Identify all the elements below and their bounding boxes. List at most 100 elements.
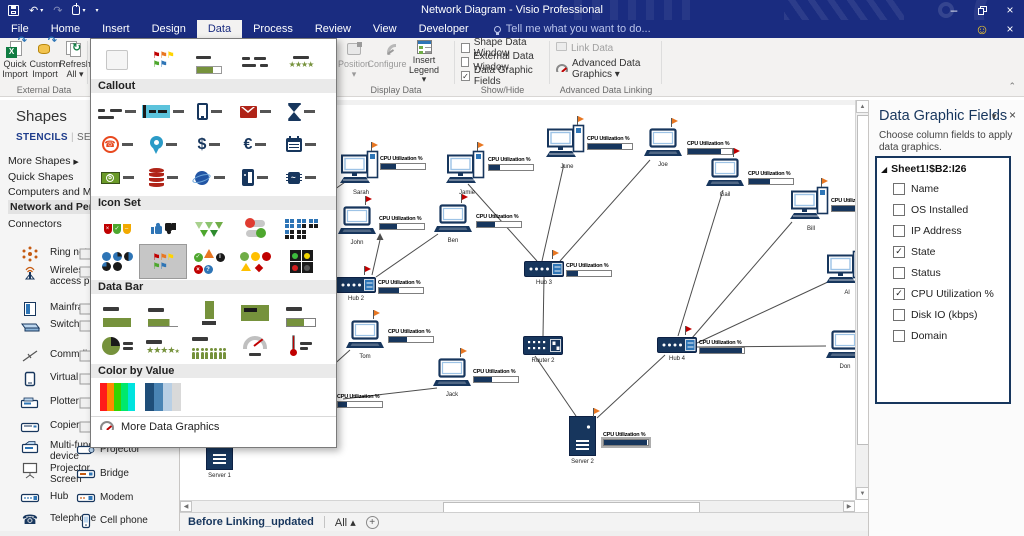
ribbon-tab-developer[interactable]: Developer	[408, 20, 480, 38]
thumbs-icon-set-icon[interactable]	[140, 212, 186, 245]
field-name[interactable]: Name	[877, 178, 1009, 199]
field-status[interactable]: Status	[877, 262, 1009, 283]
minimize-icon[interactable]: –	[940, 0, 968, 20]
money-callout-icon[interactable]: $	[94, 161, 140, 194]
field-cpu-utilization--[interactable]: ✓CPU Utilization %	[877, 283, 1009, 304]
bridge-shape-icon[interactable]	[76, 465, 96, 483]
star-rating-preview-icon[interactable]: ★★★★	[278, 42, 324, 77]
telephone-shape-icon[interactable]: ☎	[20, 511, 40, 529]
network-node-hub-2[interactable]	[336, 277, 376, 298]
text-callout-icon[interactable]	[94, 95, 140, 128]
highlighted-callout-icon[interactable]	[140, 95, 186, 128]
network-node-sarah[interactable]	[340, 150, 382, 192]
wireless-access-point-shape-icon[interactable]	[20, 263, 40, 281]
flag-icon-set-icon[interactable]: ⚑⚑⚑⚑⚑	[140, 245, 186, 278]
horizontal-scrollbar[interactable]: ◀ ▶	[180, 500, 855, 512]
ribbon-tab-insert[interactable]: Insert	[91, 20, 141, 38]
grid-icon-set-icon[interactable]	[278, 212, 324, 245]
close-document-icon[interactable]: ×	[996, 20, 1024, 38]
ribbon-tab-process[interactable]: Process	[242, 20, 304, 38]
globe-callout-icon[interactable]	[186, 161, 232, 194]
modem-shape-icon[interactable]	[76, 489, 96, 507]
data-range-row[interactable]: ◢ Sheet1!$B2:I26	[877, 158, 1009, 178]
network-node-jack[interactable]	[433, 358, 471, 394]
filled-data-bar-icon[interactable]	[232, 296, 278, 329]
ribbon-tab-review[interactable]: Review	[304, 20, 362, 38]
network-node-june[interactable]	[546, 124, 588, 166]
euro-callout-icon[interactable]: €	[232, 128, 278, 161]
field-checkbox-icon[interactable]	[893, 204, 905, 216]
checkbox-icon[interactable]	[461, 57, 469, 67]
vertical-scrollbar[interactable]: ▲ ▼	[855, 100, 868, 500]
copier-shape-icon[interactable]	[20, 418, 40, 436]
panel-menu-icon[interactable]: ▼	[990, 112, 998, 121]
network-node-hub-4[interactable]	[657, 337, 697, 358]
network-node-tom[interactable]	[346, 320, 384, 356]
page-tab[interactable]: Before Linking_updated	[188, 516, 314, 528]
shape-icon-set-icon[interactable]	[232, 245, 278, 278]
hourglass-callout-icon[interactable]	[278, 95, 324, 128]
cell-phone-shape-icon[interactable]	[76, 512, 96, 530]
panel-close-icon[interactable]: ×	[1009, 108, 1016, 122]
speedometer-data-bar-icon[interactable]	[232, 329, 278, 362]
tab-stencils[interactable]: STENCILS	[16, 132, 68, 143]
virtual-server-shape-icon[interactable]	[20, 370, 40, 388]
field-checkbox-icon[interactable]	[893, 183, 905, 195]
network-node-al[interactable]	[826, 250, 855, 292]
scroll-left-icon[interactable]: ◀	[180, 501, 192, 512]
ribbon-tab-design[interactable]: Design	[141, 20, 197, 38]
text-callout-preview-icon[interactable]	[232, 42, 278, 77]
quick-import-button[interactable]: X ↷ Quick Import	[0, 40, 30, 84]
expand-triangle-icon[interactable]: ◢	[881, 165, 887, 174]
network-node-joe[interactable]	[644, 128, 682, 164]
network-node-gail[interactable]	[706, 158, 744, 194]
vertical-scroll-thumb[interactable]	[857, 115, 869, 445]
plotter-shape-icon[interactable]	[20, 394, 40, 412]
signal-strength-icon-set-icon[interactable]	[186, 212, 232, 245]
calendar-callout-icon[interactable]	[278, 128, 324, 161]
no-data-graphic-icon[interactable]	[94, 42, 140, 77]
collapse-ribbon-icon[interactable]: ⌃	[1008, 81, 1016, 92]
data-bar-preview-icon[interactable]	[186, 42, 232, 77]
field-domain[interactable]: Domain	[877, 325, 1009, 346]
shield-icon-set-icon[interactable]: ×✓–	[94, 212, 140, 245]
location-pin-callout-icon[interactable]	[140, 128, 186, 161]
field-ip-address[interactable]: IP Address	[877, 220, 1009, 241]
field-state[interactable]: ✓State	[877, 241, 1009, 262]
pie-chart-data-bar-icon[interactable]	[94, 329, 140, 362]
thermometer-data-bar-icon[interactable]	[278, 329, 324, 362]
hub-shape-icon[interactable]	[20, 489, 40, 507]
door-callout-icon[interactable]	[232, 161, 278, 194]
advanced-data-graphics-button[interactable]: Advanced Data Graphics ▾	[556, 58, 662, 80]
telephone-callout-icon[interactable]: ☎	[94, 128, 140, 161]
stoplight-icon-set-icon[interactable]	[278, 245, 324, 278]
field-checkbox-icon[interactable]: ✓	[893, 246, 905, 258]
refresh-all-button[interactable]: ↻ Refresh All ▾	[60, 40, 90, 84]
horizontal-scroll-thumb[interactable]	[443, 502, 700, 513]
network-node-hub-3[interactable]	[524, 261, 564, 282]
link-data-button[interactable]: Link Data	[556, 42, 613, 54]
position-button[interactable]: Position▾	[339, 40, 369, 84]
checkbox-data-graphic-fields[interactable]: ✓Data Graphic Fields	[461, 69, 550, 83]
data-bar-style-1-icon[interactable]	[94, 296, 140, 329]
mobile-phone-callout-icon[interactable]	[186, 95, 232, 128]
ring-network-shape-icon[interactable]	[20, 245, 40, 263]
dollar-callout-icon[interactable]: $	[186, 128, 232, 161]
restore-icon[interactable]	[968, 0, 996, 20]
tell-me-box[interactable]: Tell me what you want to do...	[494, 20, 651, 38]
progress-data-bar-icon[interactable]	[278, 296, 324, 329]
field-checkbox-icon[interactable]	[893, 267, 905, 279]
add-page-icon[interactable]: +	[366, 516, 379, 529]
pie-icon-set-icon[interactable]	[94, 245, 140, 278]
network-node-don[interactable]	[826, 330, 855, 366]
network-node-john[interactable]	[338, 206, 376, 242]
star-rating-data-bar-icon[interactable]: ★★★★★	[140, 329, 186, 362]
field-disk-io--kbps-[interactable]: Disk IO (kbps)	[877, 304, 1009, 325]
all-pages-button[interactable]: All ▴	[335, 516, 356, 529]
checkbox-icon[interactable]	[461, 43, 470, 53]
insert-legend-button[interactable]: Insert Legend ▾	[409, 40, 439, 84]
rainbow-color-scale-icon[interactable]	[94, 380, 140, 413]
network-node-jamie[interactable]	[446, 150, 488, 192]
ribbon-tab-data[interactable]: Data	[197, 20, 242, 38]
network-node-server-2[interactable]	[569, 416, 596, 461]
